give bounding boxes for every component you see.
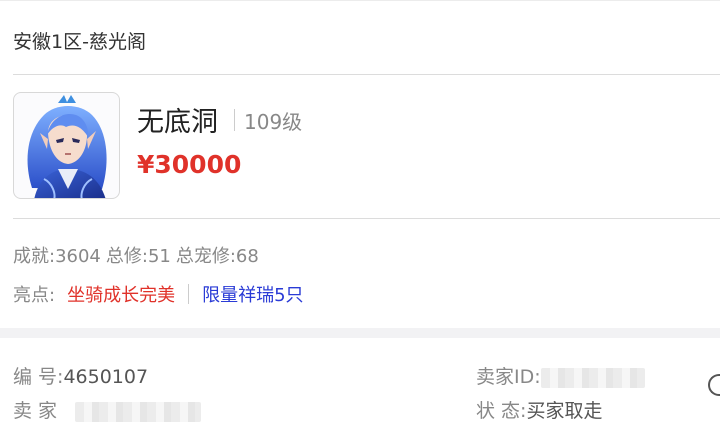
character-avatar[interactable] bbox=[13, 92, 120, 199]
price: ¥30000 bbox=[137, 150, 242, 179]
serial-label: 编 号: bbox=[13, 366, 64, 388]
seller-id-label: 卖家ID: bbox=[476, 366, 541, 388]
divider bbox=[188, 284, 190, 304]
highlights-row: 亮点: 坐骑成长完美 限量祥瑞5只 bbox=[13, 281, 304, 307]
top-divider bbox=[0, 0, 720, 1]
role-level: 109级 bbox=[244, 110, 303, 134]
stats-row: 成就:3604 总修:51 总宠修:68 bbox=[13, 242, 264, 268]
total-cultivation-stat: 总修:51 bbox=[105, 246, 171, 267]
highlights-label: 亮点: bbox=[13, 285, 56, 306]
status-label: 状 态: bbox=[476, 400, 527, 422]
seller-label: 卖 家 bbox=[13, 400, 58, 422]
highlight-tag: 限量祥瑞5只 bbox=[202, 285, 304, 306]
section-gap bbox=[0, 328, 720, 338]
highlight-tag: 坐骑成长完美 bbox=[67, 285, 176, 306]
serial-value: 4650107 bbox=[63, 366, 149, 388]
pet-cultivation-stat: 总宠修:68 bbox=[175, 246, 259, 267]
serial-number: 编 号:4650107 bbox=[13, 362, 148, 389]
listing-card[interactable]: 安徽1区-慈光阁 无底洞 109级 ¥30000 成就:3604 总修:51 总… bbox=[0, 0, 720, 328]
divider bbox=[13, 218, 720, 219]
divider bbox=[234, 109, 235, 131]
order-status: 状 态:买家取走 bbox=[476, 396, 602, 423]
character-portrait-icon bbox=[27, 95, 107, 198]
seller-name: 卖 家 bbox=[13, 396, 202, 423]
status-value: 买家取走 bbox=[526, 400, 603, 422]
partial-icon[interactable] bbox=[708, 374, 720, 396]
divider bbox=[13, 74, 720, 75]
seller-id-masked bbox=[540, 367, 645, 388]
achievement-stat: 成就:3604 bbox=[13, 246, 101, 267]
seller-name-masked bbox=[75, 401, 202, 422]
seller-id: 卖家ID: bbox=[476, 362, 645, 389]
server-name: 安徽1区-慈光阁 bbox=[13, 31, 146, 53]
role-name: 无底洞 bbox=[137, 107, 218, 138]
